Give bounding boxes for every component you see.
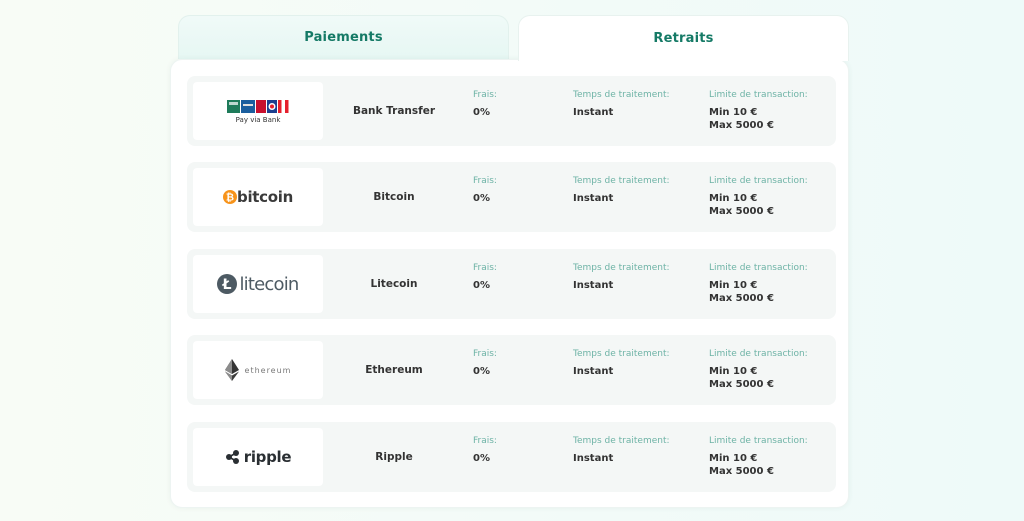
method-row-ethereum: ethereum Ethereum Frais: 0% Temps de tra…: [187, 335, 836, 405]
limit-label: Limite de transaction:: [709, 90, 808, 100]
ripple-icon: [225, 450, 239, 464]
fees-label: Frais:: [473, 436, 497, 446]
ripple-logo-text: ripple: [243, 448, 292, 466]
pay-via-bank-text: Pay via Bank: [235, 115, 281, 124]
limit-value: Min 10 € Max 5000 €: [709, 452, 774, 478]
processing-label: Temps de traitement:: [573, 263, 670, 273]
ethereum-logo-text: ethereum: [244, 365, 292, 375]
ethereum-icon: [224, 359, 239, 381]
ethereum-logo: ethereum: [193, 341, 323, 399]
processing-label: Temps de traitement:: [573, 349, 670, 359]
bank-flags-icon: [227, 99, 289, 113]
limit-max: Max 5000 €: [709, 120, 774, 131]
bitcoin-icon: ₿: [223, 190, 238, 204]
processing-label: Temps de traitement:: [573, 176, 670, 186]
method-row-bank-transfer: Pay via Bank Bank Transfer Frais: 0% Tem…: [187, 76, 836, 146]
limit-max: Max 5000 €: [709, 379, 774, 390]
svg-text:₿: ₿: [226, 192, 234, 204]
tab-payments[interactable]: Paiements: [178, 15, 509, 59]
limit-label: Limite de transaction:: [709, 263, 808, 273]
limit-max: Max 5000 €: [709, 206, 774, 217]
method-name: Ethereum: [365, 364, 423, 376]
fees-value: 0%: [473, 280, 490, 291]
limit-value: Min 10 € Max 5000 €: [709, 192, 774, 218]
pay-via-bank-logo: Pay via Bank: [193, 82, 323, 140]
method-row-bitcoin: ₿ bitcoin Bitcoin Frais: 0% Temps de tra…: [187, 162, 836, 232]
method-row-ripple: ripple Ripple Frais: 0% Temps de traitem…: [187, 422, 836, 492]
method-row-litecoin: Ł litecoin Litecoin Frais: 0% Temps de t…: [187, 249, 836, 319]
processing-label: Temps de traitement:: [573, 436, 670, 446]
limit-min: Min 10 €: [709, 453, 758, 464]
litecoin-icon: Ł: [217, 274, 238, 294]
method-name: Bank Transfer: [352, 105, 436, 117]
processing-value: Instant: [573, 366, 614, 377]
tab-withdrawals[interactable]: Retraits: [518, 15, 849, 61]
fees-label: Frais:: [473, 349, 497, 359]
processing-value: Instant: [573, 193, 614, 204]
processing-value: Instant: [573, 280, 614, 291]
withdrawal-methods-panel: Pay via Bank Bank Transfer Frais: 0% Tem…: [170, 59, 849, 508]
method-name: Ripple: [375, 451, 413, 463]
fees-value: 0%: [473, 453, 490, 464]
limit-min: Min 10 €: [709, 280, 758, 291]
limit-label: Limite de transaction:: [709, 436, 808, 446]
processing-label: Temps de traitement:: [573, 90, 670, 100]
limit-min: Min 10 €: [709, 107, 758, 118]
method-name: Bitcoin: [373, 191, 415, 203]
ripple-logo: ripple: [193, 428, 323, 486]
limit-max: Max 5000 €: [709, 466, 774, 477]
limit-label: Limite de transaction:: [709, 176, 808, 186]
processing-value: Instant: [573, 453, 614, 464]
bitcoin-logo-text: bitcoin: [237, 188, 293, 206]
processing-value: Instant: [573, 107, 614, 118]
fees-label: Frais:: [473, 263, 497, 273]
litecoin-logo: Ł litecoin: [193, 255, 323, 313]
fees-label: Frais:: [473, 90, 497, 100]
limit-value: Min 10 € Max 5000 €: [709, 279, 774, 305]
limit-label: Limite de transaction:: [709, 349, 808, 359]
limit-value: Min 10 € Max 5000 €: [709, 106, 774, 132]
fees-value: 0%: [473, 193, 490, 204]
method-name: Litecoin: [370, 278, 418, 290]
svg-text:Ł: Ł: [222, 277, 232, 293]
bitcoin-logo: ₿ bitcoin: [193, 168, 323, 226]
fees-value: 0%: [473, 107, 490, 118]
fees-label: Frais:: [473, 176, 497, 186]
limit-max: Max 5000 €: [709, 293, 774, 304]
fees-value: 0%: [473, 366, 490, 377]
limit-value: Min 10 € Max 5000 €: [709, 365, 774, 391]
limit-min: Min 10 €: [709, 366, 758, 377]
limit-min: Min 10 €: [709, 193, 758, 204]
litecoin-logo-text: litecoin: [239, 273, 299, 295]
